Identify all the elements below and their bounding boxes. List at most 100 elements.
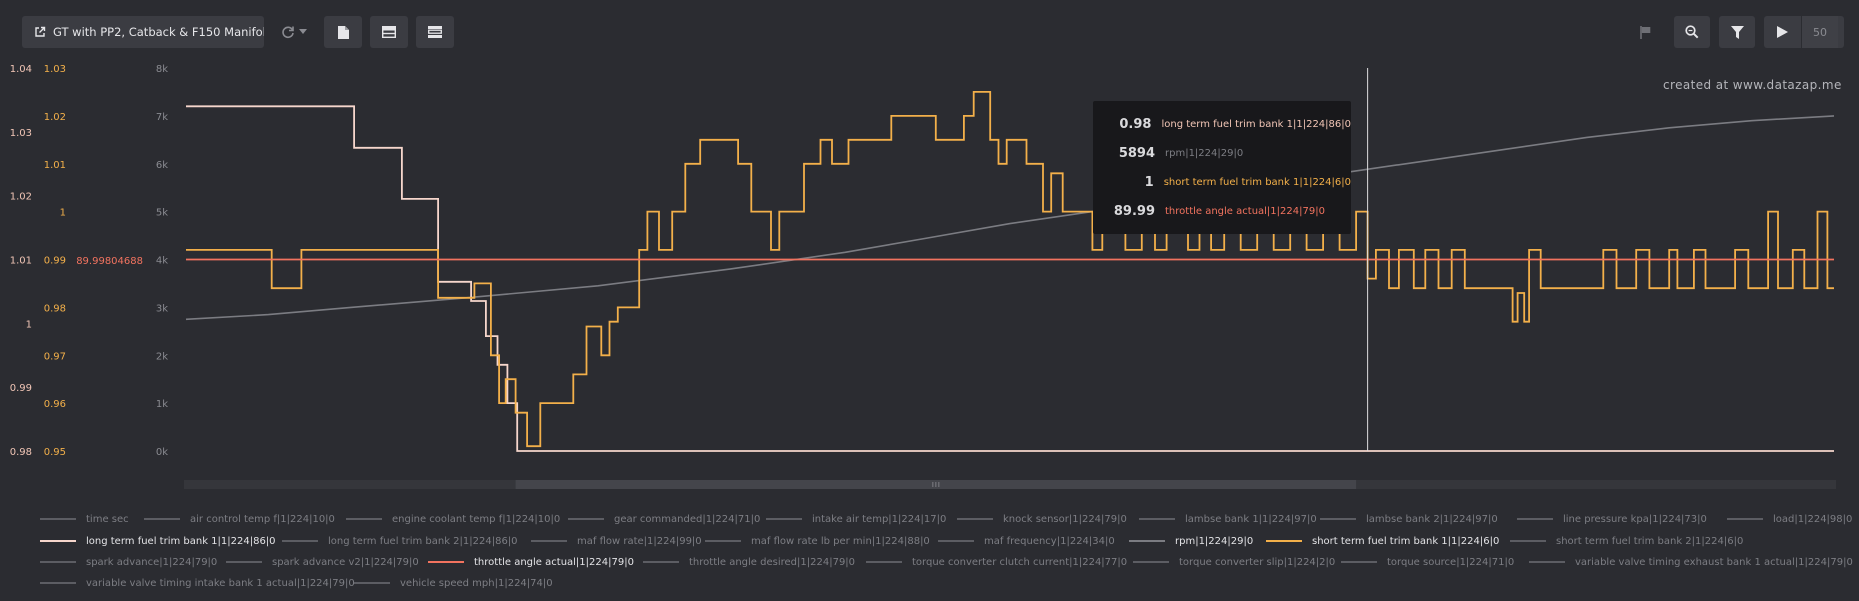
ltft-axis-tick: 1.03 <box>10 128 32 139</box>
stft-axis-tick: 0.99 <box>44 256 66 267</box>
legend-item[interactable]: gear commanded|1|224|71|0 <box>568 512 760 526</box>
legend-swatch <box>282 540 318 542</box>
zoom-button[interactable] <box>1674 16 1710 48</box>
legend-item[interactable]: line pressure kpa|1|224|73|0 <box>1517 512 1707 526</box>
legend-item[interactable]: variable valve timing exhaust bank 1 act… <box>1529 555 1853 569</box>
document-button[interactable] <box>324 16 362 48</box>
legend-item[interactable]: maf frequency|1|224|34|0 <box>938 534 1115 548</box>
throttle-axis-tick: 89.99804688 <box>76 256 143 267</box>
legend-swatch <box>938 540 974 542</box>
legend-label: spark advance v2|1|224|79|0 <box>272 556 419 568</box>
legend-label: long term fuel trim bank 2|1|224|86|0 <box>328 535 518 547</box>
chart-canvas[interactable]: 8k7k6k5k4k3k2k1k0k1.031.021.0110.990.980… <box>0 0 1859 500</box>
legend-item[interactable]: knock sensor|1|224|79|0 <box>957 512 1127 526</box>
ltft-axis-tick: 1.02 <box>10 192 32 203</box>
legend-item[interactable]: air control temp f|1|224|10|0 <box>144 512 335 526</box>
tooltip-label: throttle angle actual|1|224|79|0 <box>1165 205 1325 217</box>
rpm-axis-tick: 6k <box>156 160 168 171</box>
legend-item[interactable]: lambse bank 2|1|224|97|0 <box>1320 512 1498 526</box>
legend-swatch <box>1341 561 1377 563</box>
legend-swatch <box>866 561 902 563</box>
legend-item[interactable]: long term fuel trim bank 2|1|224|86|0 <box>282 534 518 548</box>
legend-label: vehicle speed mph|1|224|74|0 <box>400 577 553 589</box>
rpm-axis-tick: 4k <box>156 256 168 267</box>
legend-swatch <box>40 582 76 584</box>
series-legend: time sec air control temp f|1|224|10|0 eng… <box>0 500 1859 600</box>
legend-label: torque converter clutch current|1|224|77… <box>912 556 1128 568</box>
stft-axis-tick: 1 <box>60 208 66 219</box>
log-title-button[interactable]: GT with PP2, Catback & F150 Manifol... <box>22 16 264 48</box>
legend-item[interactable]: maf flow rate|1|224|99|0 <box>531 534 702 548</box>
legend-swatch <box>428 561 464 563</box>
rpm-axis-tick: 7k <box>156 112 168 123</box>
legend-label: lambse bank 2|1|224|97|0 <box>1366 513 1498 525</box>
rpm-axis-tick: 1k <box>156 399 168 410</box>
legend-item[interactable]: engine coolant temp f|1|224|10|0 <box>346 512 560 526</box>
document-icon <box>337 25 349 39</box>
legend-item[interactable]: maf flow rate lb per min|1|224|88|0 <box>705 534 930 548</box>
refresh-icon <box>282 26 294 39</box>
tooltip-label: long term fuel trim bank 1|1|224|86|0 <box>1161 118 1351 130</box>
legend-item[interactable]: short term fuel trim bank 2|1|224|6|0 <box>1510 534 1743 548</box>
refresh-button[interactable] <box>274 16 314 48</box>
stacked-view-button[interactable] <box>416 16 454 48</box>
ltft-axis-tick: 1 <box>26 319 32 330</box>
playback-rate-value[interactable]: 50 <box>1801 16 1838 48</box>
legend-swatch <box>957 518 993 520</box>
legend-label: gear commanded|1|224|71|0 <box>614 513 761 525</box>
flag-icon <box>1639 25 1650 39</box>
filter-button[interactable] <box>1719 16 1755 48</box>
legend-swatch <box>705 540 741 542</box>
legend-label: time sec <box>86 513 129 525</box>
rpm-axis-tick: 5k <box>156 208 168 219</box>
legend-item[interactable]: short term fuel trim bank 1|1|224|6|0 <box>1266 534 1499 548</box>
legend-swatch <box>1517 518 1553 520</box>
legend-label: rpm|1|224|29|0 <box>1175 535 1254 547</box>
legend-item[interactable]: vehicle speed mph|1|224|74|0 <box>354 576 553 590</box>
legend-swatch <box>354 582 390 584</box>
playback-control[interactable]: 50 <box>1764 16 1844 48</box>
legend-label: long term fuel trim bank 1|1|224|86|0 <box>86 535 276 547</box>
legend-item[interactable]: intake air temp|1|224|17|0 <box>766 512 946 526</box>
stft-axis-tick: 0.98 <box>44 303 66 314</box>
tooltip-row: 89.99 throttle angle actual|1|224|79|0 <box>1093 201 1351 221</box>
legend-item[interactable]: variable valve timing intake bank 1 actu… <box>40 576 355 590</box>
legend-label: lambse bank 1|1|224|97|0 <box>1185 513 1317 525</box>
legend-label: short term fuel trim bank 1|1|224|6|0 <box>1312 535 1500 547</box>
legend-item[interactable]: lambse bank 1|1|224|97|0 <box>1139 512 1317 526</box>
legend-label: variable valve timing intake bank 1 actu… <box>86 577 355 589</box>
legend-swatch <box>1266 540 1302 542</box>
legend-swatch <box>1139 518 1175 520</box>
legend-item[interactable]: load|1|224|98|0 <box>1727 512 1852 526</box>
stft-axis-tick: 1.01 <box>44 160 66 171</box>
chevron-down-icon <box>299 29 307 34</box>
rpm-axis-tick: 2k <box>156 351 168 362</box>
legend-item[interactable]: torque source|1|224|71|0 <box>1341 555 1514 569</box>
tooltip-row: 0.98 long term fuel trim bank 1|1|224|86|… <box>1093 114 1351 134</box>
legend-item[interactable]: long term fuel trim bank 1|1|224|86|0 <box>40 534 276 548</box>
legend-item[interactable]: spark advance v2|1|224|79|0 <box>226 555 419 569</box>
stft-axis-tick: 0.95 <box>44 447 66 458</box>
legend-item[interactable]: rpm|1|224|29|0 <box>1129 534 1253 548</box>
legend-item[interactable]: torque converter clutch current|1|224|77… <box>866 555 1127 569</box>
legend-item[interactable]: spark advance|1|224|79|0 <box>40 555 217 569</box>
stft-axis-tick: 0.97 <box>44 351 66 362</box>
legend-item[interactable]: throttle angle desired|1|224|79|0 <box>643 555 855 569</box>
legend-label: knock sensor|1|224|79|0 <box>1003 513 1127 525</box>
legend-swatch <box>40 518 76 520</box>
legend-swatch <box>144 518 180 520</box>
split-view-button[interactable] <box>370 16 408 48</box>
stft-series-line <box>186 91 1834 448</box>
legend-label: maf frequency|1|224|34|0 <box>984 535 1115 547</box>
legend-label: torque source|1|224|71|0 <box>1387 556 1515 568</box>
watermark: created at www.datazap.me <box>1663 78 1842 92</box>
legend-item[interactable]: torque converter slip|1|224|2|0 <box>1133 555 1335 569</box>
tooltip-label: rpm|1|224|29|0 <box>1165 147 1244 159</box>
legend-swatch <box>1510 540 1546 542</box>
legend-item[interactable]: time sec <box>40 512 129 526</box>
tooltip-value: 1 <box>1144 174 1154 190</box>
flag-button[interactable] <box>1626 16 1664 48</box>
legend-item[interactable]: throttle angle actual|1|224|79|0 <box>428 555 634 569</box>
tooltip-label: short term fuel trim bank 1|1|224|6|0 <box>1163 176 1351 188</box>
legend-label: maf flow rate lb per min|1|224|88|0 <box>751 535 930 547</box>
